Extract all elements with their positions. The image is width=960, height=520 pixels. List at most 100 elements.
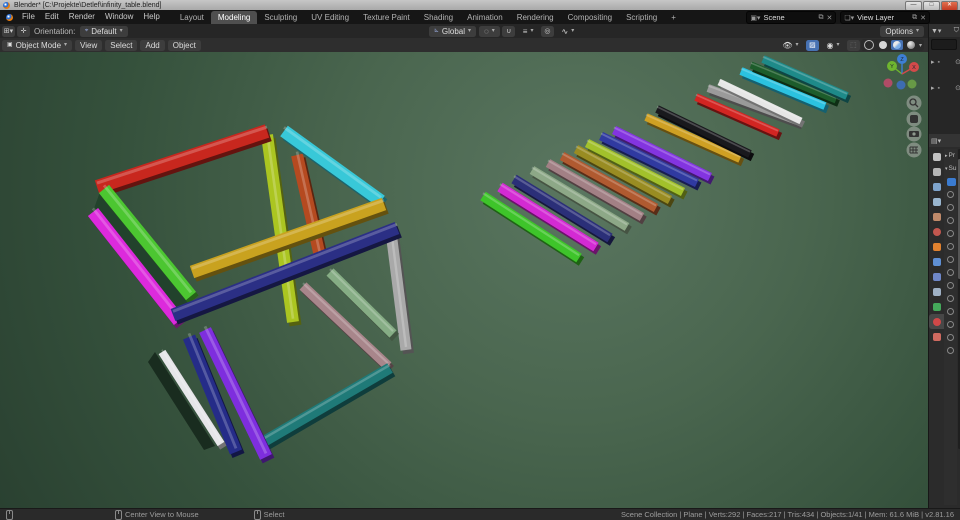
editor-type-icon[interactable]: ⊞▾ — [2, 26, 15, 37]
tab-layout[interactable]: Layout — [173, 11, 211, 24]
value-slider[interactable] — [944, 279, 957, 292]
properties-tab-physics[interactable] — [929, 269, 944, 284]
menu-help[interactable]: Help — [138, 10, 164, 24]
tab-uv-editing[interactable]: UV Editing — [304, 11, 356, 24]
orientation-dropdown[interactable]: ⌖ Default ▾ — [80, 26, 128, 37]
xray-toggle-icon[interactable]: ▨ — [806, 40, 819, 51]
3d-viewport[interactable]: YZX — [0, 52, 928, 508]
properties-tab-constraints[interactable] — [929, 284, 944, 299]
properties-tab-object[interactable] — [929, 239, 944, 254]
tab-animation[interactable]: Animation — [460, 11, 510, 24]
menu-edit[interactable]: Edit — [40, 10, 64, 24]
value-slider[interactable] — [944, 253, 957, 266]
view-layer-icon: ❏▾ — [844, 14, 854, 22]
properties-tab-render[interactable] — [929, 164, 944, 179]
move-tool-icon[interactable]: ✛ — [17, 26, 30, 37]
viewport-menus: ViewSelectAdd Object — [74, 40, 203, 51]
viewport-menu-view[interactable]: View — [75, 40, 102, 51]
value-slider[interactable] — [944, 214, 957, 227]
proportional-falloff-dropdown[interactable]: ∿▾ — [556, 26, 579, 37]
scene-icon: ▣▾ — [750, 14, 760, 22]
bar-teal[interactable] — [263, 368, 390, 442]
status-hint: Select — [251, 510, 285, 520]
viewport-menu-select[interactable]: Select — [105, 40, 137, 51]
unlink-scene-icon[interactable]: ✕ — [826, 14, 832, 22]
lock-icon[interactable]: ⛉ — [954, 27, 959, 35]
disclosure-icon[interactable]: ▸ — [931, 58, 935, 66]
orientation-value: Default — [91, 26, 116, 37]
properties-tab-modifiers[interactable] — [929, 254, 944, 269]
tab-compositing[interactable]: Compositing — [561, 11, 619, 24]
snap-toggle-icon[interactable]: ∪ — [502, 26, 515, 37]
new-view-layer-icon[interactable]: ⧉ — [912, 14, 917, 22]
blender-menu-icon[interactable] — [6, 14, 13, 21]
tab-texture-paint[interactable]: Texture Paint — [356, 11, 417, 24]
shading-wireframe-icon[interactable] — [863, 40, 875, 50]
shading-solid-icon[interactable] — [877, 40, 889, 50]
tab-scripting[interactable]: Scripting — [619, 11, 664, 24]
value-slider[interactable] — [944, 318, 957, 331]
tab-rendering[interactable]: Rendering — [510, 11, 561, 24]
outliner-search-input[interactable] — [931, 39, 957, 50]
value-slider[interactable] — [944, 305, 957, 318]
value-slider[interactable] — [944, 331, 957, 344]
gizmos-toggle-icon[interactable]: ⬚ — [847, 40, 860, 51]
shading-material-icon[interactable] — [891, 40, 903, 50]
outliner-row[interactable]: ▸▪⊙ — [931, 82, 960, 94]
properties-tab-strip — [929, 149, 944, 344]
filter-icon[interactable]: ▼▾ — [931, 27, 941, 35]
properties-tab-world[interactable] — [929, 224, 944, 239]
material-icon — [933, 318, 941, 326]
properties-tab-view-layer[interactable] — [929, 194, 944, 209]
transform-orientation-dropdown[interactable]: ⊾ Global ▾ — [429, 26, 476, 37]
properties-tab-output[interactable] — [929, 179, 944, 194]
value-slider[interactable] — [944, 201, 957, 214]
output-icon — [933, 183, 941, 191]
properties-editor-icon[interactable]: ▤▾ — [931, 137, 941, 145]
menu-window[interactable]: Window — [100, 10, 138, 24]
shading-rendered-icon[interactable] — [905, 40, 917, 50]
outliner-row[interactable]: ▸▪⊙ — [931, 56, 960, 68]
viewport-menu-object[interactable]: Object — [168, 40, 201, 51]
tab-shading[interactable]: Shading — [417, 11, 460, 24]
options-dropdown[interactable]: Options ▾ — [880, 26, 924, 37]
value-slider[interactable] — [944, 227, 957, 240]
scene-selector[interactable]: ▣▾ Scene ⧉ ✕ — [746, 11, 836, 24]
properties-tab-scene[interactable] — [929, 209, 944, 224]
value-slider[interactable] — [944, 240, 957, 253]
value-slider[interactable] — [944, 292, 957, 305]
new-scene-icon[interactable]: ⧉ — [818, 14, 823, 22]
proportional-edit-icon[interactable]: ◎ — [541, 26, 554, 37]
panel-section[interactable]: ▾Su — [944, 162, 957, 175]
eye-icon[interactable]: ⊙ — [955, 84, 960, 92]
view-layer-selector[interactable]: ❏▾ View Layer ⧉ ✕ — [840, 11, 930, 24]
menu-render[interactable]: Render — [64, 10, 100, 24]
view-layer-name: View Layer — [857, 13, 909, 22]
tab-sculpting[interactable]: Sculpting — [257, 11, 304, 24]
properties-tab-texture[interactable] — [929, 329, 944, 344]
shader-node-icon[interactable] — [944, 175, 957, 188]
topbar: FileEditRenderWindowHelp LayoutModelingS… — [0, 10, 960, 24]
value-slider[interactable] — [944, 266, 957, 279]
panel-section[interactable]: ▸Pr — [944, 149, 957, 162]
tab-modeling[interactable]: Modeling — [211, 11, 257, 24]
visibility-dropdown[interactable]: 👁▾ — [777, 40, 803, 51]
value-slider[interactable] — [944, 344, 957, 357]
value-slider[interactable] — [944, 188, 957, 201]
menu-file[interactable]: File — [17, 10, 40, 24]
bar-mauve[interactable] — [303, 286, 388, 366]
eye-icon[interactable]: ⊙ — [955, 58, 960, 66]
snap-dropdown[interactable]: ≡▾ — [518, 26, 539, 37]
mode-dropdown[interactable]: ▣ Object Mode ▾ — [2, 40, 72, 51]
add-workspace-button[interactable]: + — [664, 11, 683, 24]
pivot-point-dropdown[interactable]: ◌▾ — [479, 26, 500, 37]
properties-tab-object-data[interactable] — [929, 299, 944, 314]
disclosure-icon[interactable]: ▸ — [931, 84, 935, 92]
properties-tab-tool[interactable] — [929, 149, 944, 164]
bar-red[interactable] — [97, 131, 267, 187]
viewport-menu-add[interactable]: Add — [140, 40, 164, 51]
properties-tab-material[interactable] — [929, 314, 944, 329]
overlays-dropdown[interactable]: ◉▾ — [821, 40, 844, 51]
physics-icon — [933, 273, 941, 281]
remove-view-layer-icon[interactable]: ✕ — [920, 14, 926, 22]
